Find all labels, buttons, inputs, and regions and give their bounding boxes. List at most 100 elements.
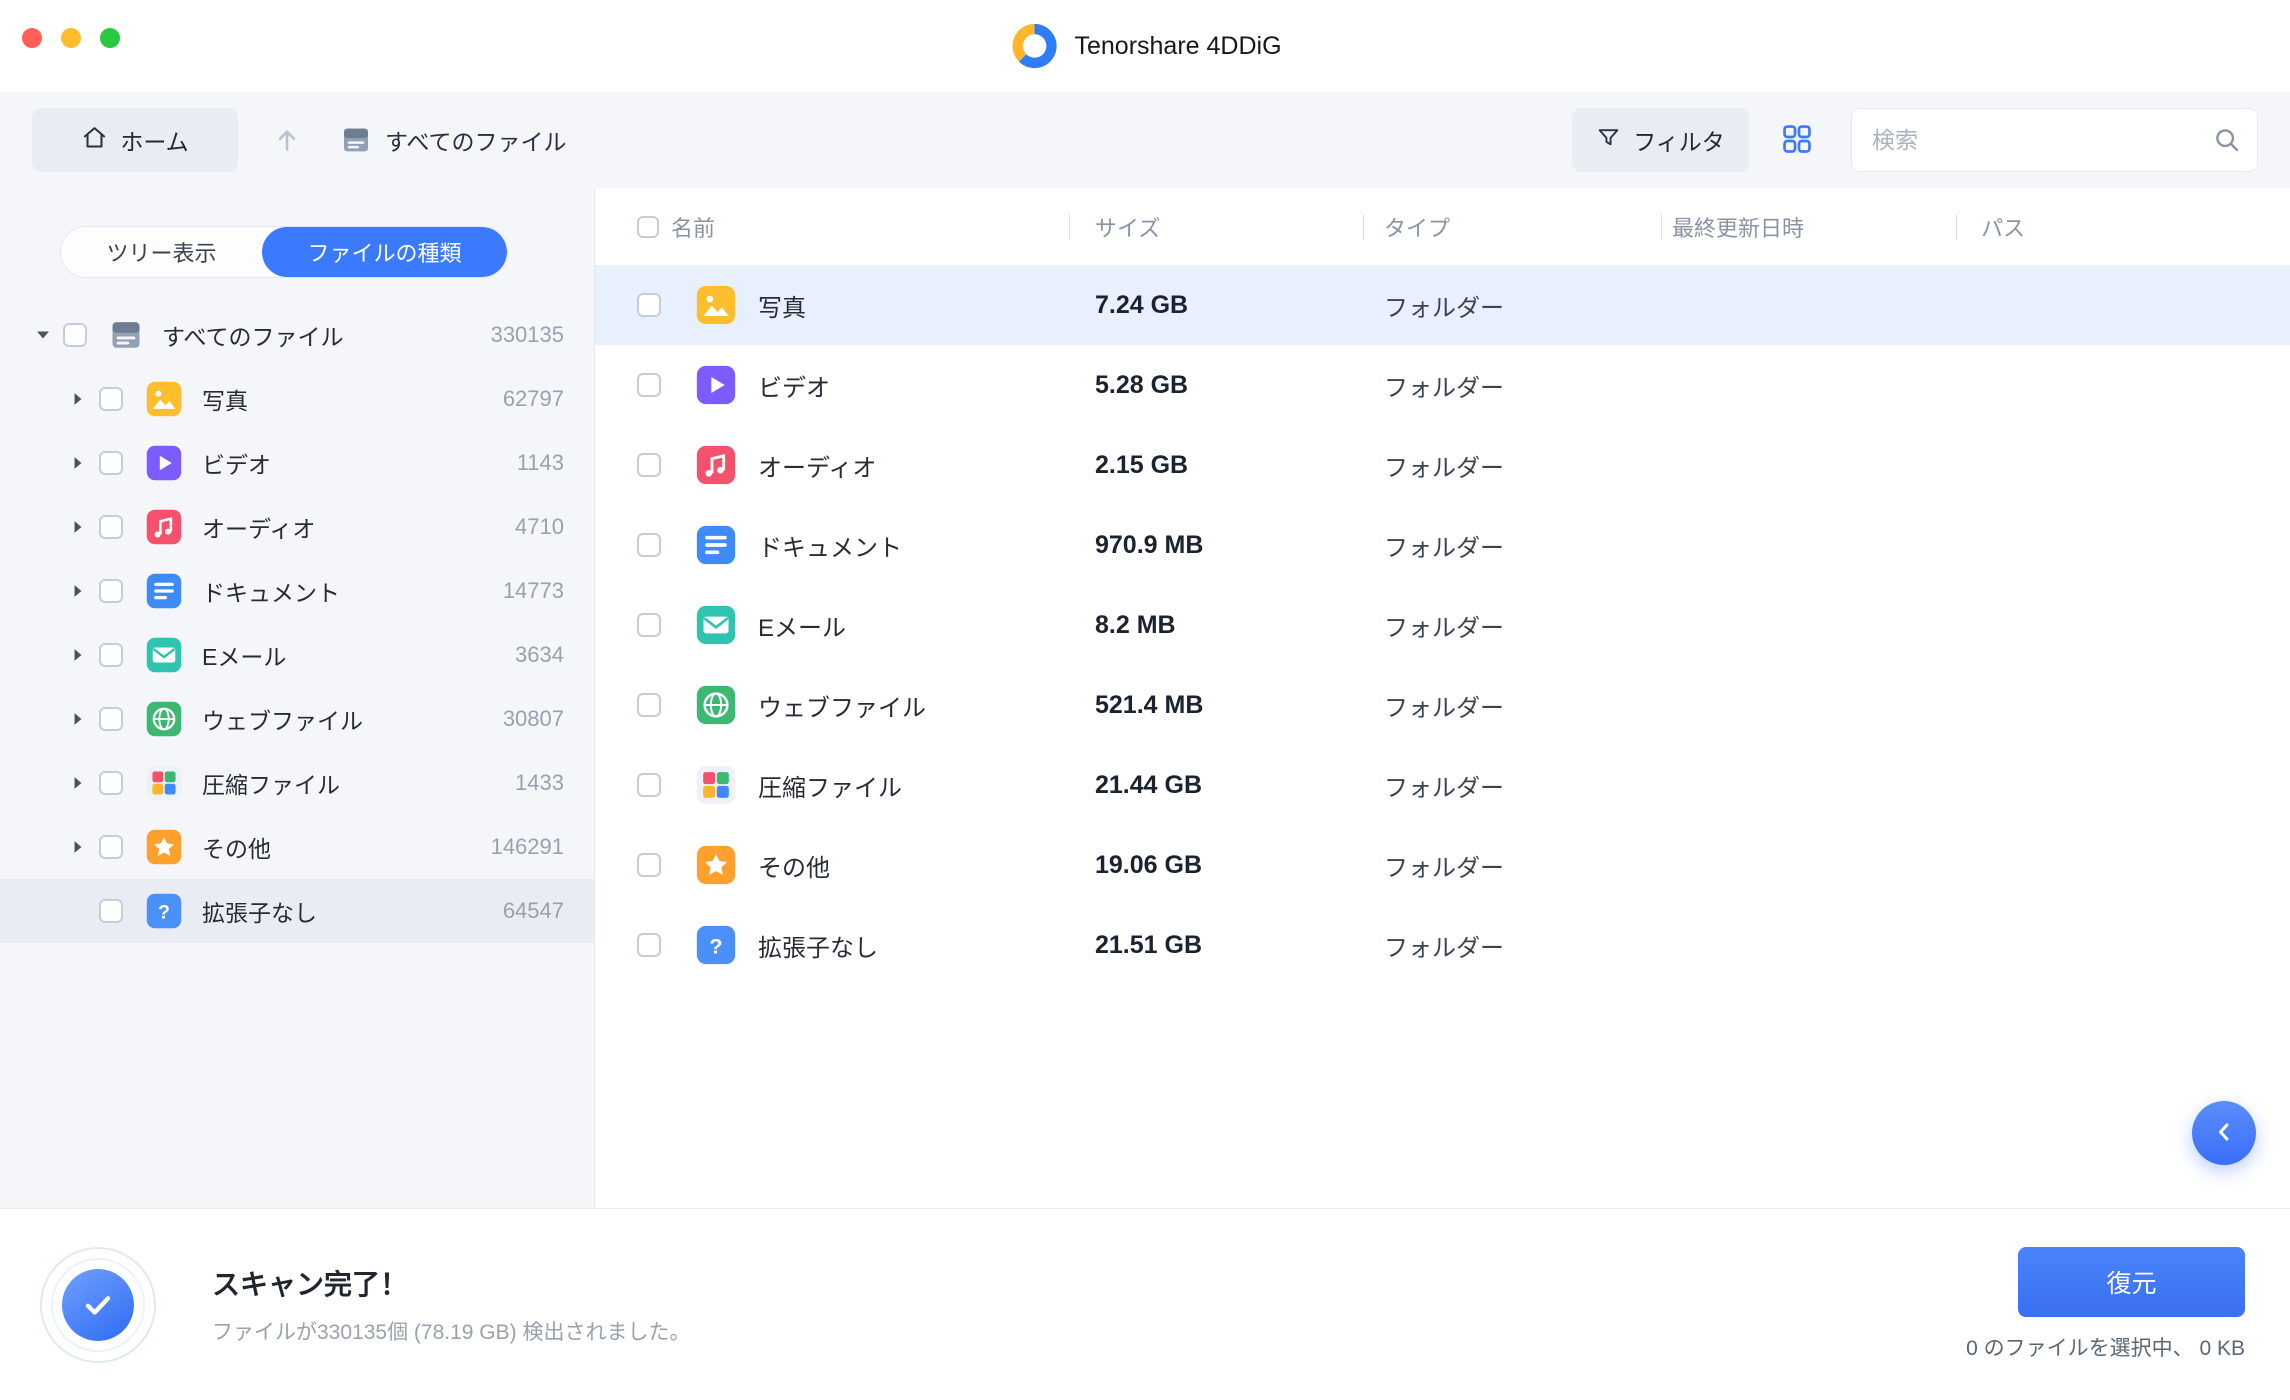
up-arrow-icon[interactable] xyxy=(272,125,302,155)
scan-result-title: スキャン完了！ xyxy=(212,1263,690,1303)
checkbox[interactable] xyxy=(99,771,123,795)
column-header-modified[interactable]: 最終更新日時 xyxy=(1662,211,1956,243)
drive-icon xyxy=(108,317,144,353)
checkbox[interactable] xyxy=(99,579,123,603)
scan-result-subtitle: ファイルが330135個 (78.19 GB) 検出されました。 xyxy=(212,1316,690,1346)
row-checkbox[interactable] xyxy=(637,373,661,397)
zoom-button[interactable] xyxy=(100,28,120,48)
checkbox[interactable] xyxy=(99,451,123,475)
row-checkbox[interactable] xyxy=(637,853,661,877)
row-checkbox[interactable] xyxy=(637,773,661,797)
search-input[interactable] xyxy=(1851,108,2258,172)
cell-name: ドキュメント xyxy=(758,528,1095,563)
funnel-icon xyxy=(1596,125,1621,156)
caret-down-icon[interactable] xyxy=(32,324,54,346)
table-row-question[interactable]: ? 拡張子なし 21.51 GB フォルダー xyxy=(595,905,2290,985)
checkbox[interactable] xyxy=(99,835,123,859)
search-icon[interactable] xyxy=(2212,125,2242,155)
minimize-button[interactable] xyxy=(61,28,81,48)
file-table: 名前 サイズ タイプ 最終更新日時 パス 写真 7.24 GB フォルダー ビデ… xyxy=(594,188,2290,1208)
cell-type: フォルダー xyxy=(1384,848,1670,883)
collapse-panel-button[interactable] xyxy=(2192,1101,2256,1165)
sidebar-item-web[interactable]: ウェブファイル 30807 xyxy=(0,687,594,751)
sidebar-item-document[interactable]: ドキュメント 14773 xyxy=(0,559,594,623)
close-button[interactable] xyxy=(22,28,42,48)
table-row-video[interactable]: ビデオ 5.28 GB フォルダー xyxy=(595,345,2290,425)
cell-type: フォルダー xyxy=(1384,928,1670,963)
table-row-other[interactable]: その他 19.06 GB フォルダー xyxy=(595,825,2290,905)
caret-right-icon[interactable] xyxy=(67,516,89,538)
table-row-web[interactable]: ウェブファイル 521.4 MB フォルダー xyxy=(595,665,2290,745)
column-header-size[interactable]: サイズ xyxy=(1070,211,1363,243)
sidebar-item-email[interactable]: Eメール 3634 xyxy=(0,623,594,687)
caret-right-icon[interactable] xyxy=(67,772,89,794)
cell-size: 521.4 MB xyxy=(1095,691,1384,720)
sidebar-item-count: 62797 xyxy=(503,386,564,412)
question-icon: ? xyxy=(146,893,182,929)
column-header-name[interactable]: 名前 xyxy=(671,211,1069,243)
app-logo-icon xyxy=(1008,20,1060,72)
sidebar-item-label: ドキュメント xyxy=(202,574,340,608)
sidebar-item-audio[interactable]: オーディオ 4710 xyxy=(0,495,594,559)
checkbox[interactable] xyxy=(99,387,123,411)
row-checkbox[interactable] xyxy=(637,533,661,557)
other-icon xyxy=(146,829,182,865)
selection-status: 0 のファイルを選択中、 0 KB xyxy=(1966,1332,2245,1362)
breadcrumb[interactable]: すべてのファイル xyxy=(340,123,566,157)
table-row-archive[interactable]: 圧縮ファイル 21.44 GB フォルダー xyxy=(595,745,2290,825)
table-row-document[interactable]: ドキュメント 970.9 MB フォルダー xyxy=(595,505,2290,585)
all-files-checkbox[interactable] xyxy=(63,323,87,347)
archive-icon xyxy=(146,765,182,801)
caret-right-icon[interactable] xyxy=(67,388,89,410)
sidebar-item-other[interactable]: その他 146291 xyxy=(0,815,594,879)
checkbox[interactable] xyxy=(99,643,123,667)
sidebar: ツリー表示 ファイルの種類 すべてのファイル 330135 写真 62797 xyxy=(0,188,594,1208)
row-checkbox[interactable] xyxy=(637,293,661,317)
table-row-audio[interactable]: オーディオ 2.15 GB フォルダー xyxy=(595,425,2290,505)
recover-button[interactable]: 復元 xyxy=(2018,1247,2245,1317)
sidebar-item-label: ウェブファイル xyxy=(202,702,363,736)
caret-right-icon[interactable] xyxy=(67,708,89,730)
row-checkbox[interactable] xyxy=(637,933,661,957)
home-button[interactable]: ホーム xyxy=(32,108,238,172)
row-checkbox[interactable] xyxy=(637,693,661,717)
caret-right-icon[interactable] xyxy=(67,836,89,858)
checkbox[interactable] xyxy=(99,515,123,539)
sidebar-item-all-files[interactable]: すべてのファイル 330135 xyxy=(0,303,594,367)
tab-file-type[interactable]: ファイルの種類 xyxy=(262,227,507,277)
cell-type: フォルダー xyxy=(1384,768,1670,803)
view-tabs: ツリー表示 ファイルの種類 xyxy=(60,226,508,278)
audio-icon xyxy=(146,509,182,545)
cell-size: 2.15 GB xyxy=(1095,451,1384,480)
column-header-type[interactable]: タイプ xyxy=(1364,211,1661,243)
table-row-photo[interactable]: 写真 7.24 GB フォルダー xyxy=(595,265,2290,345)
table-row-email[interactable]: Eメール 8.2 MB フォルダー xyxy=(595,585,2290,665)
cell-name: 写真 xyxy=(758,288,1095,323)
sidebar-item-count: 4710 xyxy=(515,514,564,540)
tab-tree-view[interactable]: ツリー表示 xyxy=(61,227,262,277)
select-all-checkbox[interactable] xyxy=(637,216,659,238)
status-bar: スキャン完了！ ファイルが330135個 (78.19 GB) 検出されました。… xyxy=(0,1208,2290,1400)
photo-icon xyxy=(146,381,182,417)
archive-icon xyxy=(696,765,736,805)
row-checkbox[interactable] xyxy=(637,613,661,637)
sidebar-item-photo[interactable]: 写真 62797 xyxy=(0,367,594,431)
caret-right-icon[interactable] xyxy=(67,452,89,474)
row-checkbox[interactable] xyxy=(637,453,661,477)
grid-icon xyxy=(1780,122,1814,159)
cell-type: フォルダー xyxy=(1384,528,1670,563)
sidebar-item-video[interactable]: ビデオ 1143 xyxy=(0,431,594,495)
sidebar-item-question[interactable]: ? 拡張子なし 64547 xyxy=(0,879,594,943)
video-icon xyxy=(696,365,736,405)
column-header-path[interactable]: パス xyxy=(1957,211,2290,243)
grid-view-button[interactable] xyxy=(1775,118,1819,162)
sidebar-item-archive[interactable]: 圧縮ファイル 1433 xyxy=(0,751,594,815)
caret-right-icon[interactable] xyxy=(67,580,89,602)
web-icon xyxy=(696,685,736,725)
caret-right-icon[interactable] xyxy=(67,644,89,666)
checkbox[interactable] xyxy=(99,707,123,731)
cell-size: 21.51 GB xyxy=(1095,931,1384,960)
checkbox[interactable] xyxy=(99,899,123,923)
document-icon xyxy=(696,525,736,565)
filter-button[interactable]: フィルタ xyxy=(1572,108,1749,172)
